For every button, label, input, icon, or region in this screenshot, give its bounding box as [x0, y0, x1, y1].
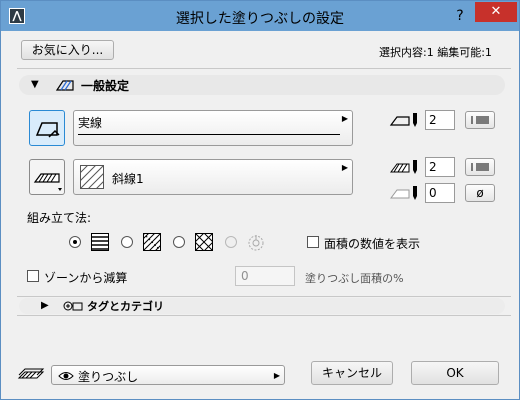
- fill-outline-button[interactable]: [29, 110, 65, 146]
- layer-label: 塗りつぶし: [78, 370, 139, 384]
- pen-weight-icon: [471, 116, 489, 124]
- general-settings-header[interactable]: ▼ 一般設定: [19, 75, 505, 95]
- parallel-lines-icon: [91, 233, 109, 251]
- layers-icon: [17, 368, 45, 379]
- zone-subtract-checkbox[interactable]: [27, 270, 39, 282]
- title-bar: ⋀ 選択した塗りつぶしの設定 ? ✕: [1, 1, 519, 31]
- line-type-label: 実線: [78, 116, 103, 130]
- line-pen-icon: [389, 113, 417, 127]
- tags-categories-title: タグとカテゴリ: [87, 300, 164, 313]
- help-button[interactable]: ?: [447, 5, 473, 27]
- assembly-radio-lines[interactable]: [69, 236, 81, 248]
- layer-popup[interactable]: 塗りつぶし ▶: [51, 365, 285, 385]
- background-pen-icon: [390, 186, 417, 200]
- area-percent-field[interactable]: 0: [235, 266, 295, 286]
- section-divider: [17, 296, 511, 297]
- tags-categories-header[interactable]: ▶ タグとカテゴリ: [19, 298, 505, 314]
- zone-subtract-label: ゾーンから減算: [44, 271, 128, 285]
- eye-icon: [58, 372, 74, 380]
- pen-weight-icon: [471, 163, 489, 171]
- cancel-button[interactable]: キャンセル: [311, 361, 393, 385]
- solid-line-preview: [78, 134, 340, 135]
- close-button[interactable]: ✕: [475, 2, 517, 22]
- popup-arrow-icon: ▶: [273, 371, 280, 380]
- collapse-triangle-icon: ▶: [41, 300, 49, 311]
- favorites-button[interactable]: お気に入り...: [21, 40, 114, 60]
- area-percent-label: 塗りつぶし面積の%: [305, 272, 404, 285]
- show-area-checkbox[interactable]: [307, 236, 319, 248]
- fill-type-icon: [33, 173, 62, 191]
- radial-fill-icon: [248, 235, 264, 251]
- outline-fill-icon: [35, 122, 60, 138]
- assembly-radio-radial[interactable]: [225, 236, 237, 248]
- general-settings-title: 一般設定: [81, 79, 130, 93]
- window-title: 選択した塗りつぶしの設定: [175, 11, 345, 27]
- tag-category-icon: [63, 301, 83, 311]
- expand-triangle-icon: ▼: [31, 79, 39, 90]
- hatch-pattern-icon: [80, 165, 104, 189]
- assembly-label: 組み立て法:: [27, 211, 92, 225]
- fill-pattern-label: 斜線1: [112, 172, 144, 186]
- selection-info: 選択内容:1 編集可能:1: [379, 46, 492, 59]
- transparent-background-toggle[interactable]: ø: [465, 184, 495, 202]
- empty-set-icon: ø: [476, 186, 484, 200]
- header-divider: [17, 68, 511, 69]
- line-type-popup[interactable]: 実線 ▶: [73, 110, 353, 146]
- show-area-label: 面積の数値を表示: [324, 237, 421, 251]
- dialog-window: ⋀ 選択した塗りつぶしの設定 ? ✕ お気に入り... 選択内容:1 編集可能:…: [0, 0, 520, 400]
- fill-pen-weight-toggle[interactable]: [465, 158, 495, 176]
- cross-hatch-icon: [195, 233, 213, 251]
- assembly-radio-diagonal[interactable]: [121, 236, 133, 248]
- fill-pen-icon: [390, 160, 417, 174]
- line-pen-weight-toggle[interactable]: [465, 111, 495, 129]
- dialog-body: お気に入り... 選択内容:1 編集可能:1 ▼ 一般設定 実線 ▶ 2 斜線1…: [9, 32, 511, 392]
- fill-pen-field[interactable]: 2: [425, 157, 455, 177]
- ok-button[interactable]: OK: [411, 361, 499, 385]
- diagonal-hatch-icon: [143, 233, 161, 251]
- fill-settings-icon: [55, 80, 74, 91]
- popup-arrow-icon: ▶: [341, 163, 348, 172]
- line-pen-field[interactable]: 2: [425, 110, 455, 130]
- fill-type-button[interactable]: [29, 159, 65, 195]
- background-pen-field[interactable]: 0: [425, 183, 455, 203]
- assembly-radio-cross[interactable]: [173, 236, 185, 248]
- fill-pattern-popup[interactable]: 斜線1 ▶: [73, 159, 353, 195]
- popup-arrow-icon: ▶: [341, 114, 348, 123]
- section-divider-bottom: [17, 315, 511, 316]
